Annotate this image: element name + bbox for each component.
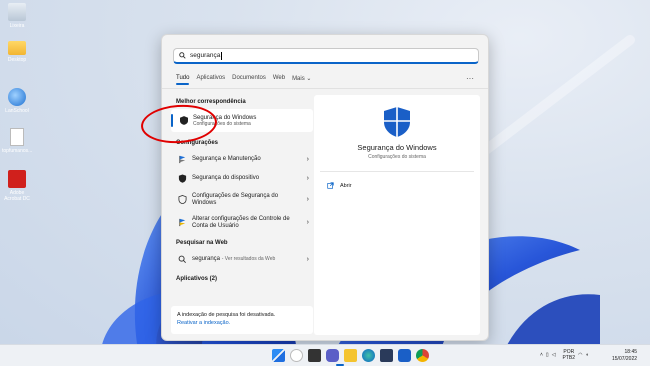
tab-more-label: Mais <box>292 76 305 82</box>
tab-web[interactable]: Web <box>273 75 285 82</box>
reenable-indexing-link[interactable]: Reativar a indexação. <box>177 320 230 326</box>
chevron-up-icon[interactable]: ˄ <box>540 352 543 358</box>
settings-item-label: Alterar configurações de Controle de Con… <box>192 215 290 229</box>
divider <box>320 171 474 172</box>
search-input[interactable]: segurança <box>173 48 479 64</box>
task-view-button[interactable] <box>308 349 321 362</box>
web-search-heading: Pesquisar na Web <box>176 240 228 246</box>
chat-button[interactable] <box>326 349 339 362</box>
speaker-icon[interactable]: ◖ <box>585 352 588 358</box>
search-button[interactable] <box>290 349 303 362</box>
shield-icon <box>178 174 187 183</box>
settings-item-device-security[interactable]: Segurança do dispositivo › <box>171 169 313 188</box>
desktop-icon-recycle-bin[interactable]: Lixeira <box>2 3 32 29</box>
volume-icon[interactable]: ◁ <box>552 352 556 358</box>
chevron-down-icon: ⌄ <box>306 76 312 82</box>
preview-pane: Segurança do Windows Configurações do si… <box>314 95 480 335</box>
tab-more[interactable]: Mais ⌄ <box>292 75 311 82</box>
clock[interactable]: 18:45 15/07/2022 <box>612 349 637 363</box>
system-tray: ˄ ▯ ◁ POR PTB2 ◠ ◖ <box>540 349 588 361</box>
settings-item-security-maintenance[interactable]: Segurança e Manutenção › <box>171 150 313 169</box>
shield-outline-icon <box>178 195 187 204</box>
uac-flag-icon <box>179 218 186 227</box>
acrobat-icon <box>8 170 26 188</box>
chevron-right-icon: › <box>306 156 309 163</box>
chevron-right-icon: › <box>306 256 309 263</box>
preview-app-subtitle: Configurações do sistema <box>368 154 426 160</box>
settings-item-uac[interactable]: Alterar configurações de Controle de Con… <box>171 211 313 234</box>
web-search-item[interactable]: segurança - Ver resultados da Web › <box>171 250 313 269</box>
desktop-icon-label: topfumanos... <box>2 148 33 154</box>
wifi-icon[interactable]: ◠ <box>578 352 582 358</box>
desktop-icon-folder[interactable]: Desktop <box>2 38 32 63</box>
search-window: segurança Tudo Aplicativos Documentos We… <box>161 34 489 341</box>
indexing-notice-text: A indexação de pesquisa foi desativada. <box>177 312 276 318</box>
taskbar-apps <box>272 349 429 362</box>
desktop-icon-label: Lixeira <box>9 23 25 29</box>
network-globe-icon <box>8 88 26 106</box>
more-options-button[interactable]: ··· <box>466 74 474 83</box>
search-icon <box>178 255 186 263</box>
open-button[interactable]: Abrir <box>327 182 352 189</box>
divider <box>162 88 488 89</box>
preview-app-title: Segurança do Windows <box>357 143 437 152</box>
desktop-icon-document[interactable]: topfumanos... <box>2 128 32 154</box>
network-icon[interactable]: ▯ <box>546 352 549 358</box>
keyboard-layout: PTB2 <box>562 355 576 361</box>
indexing-notice: A indexação de pesquisa foi desativada. … <box>171 306 313 334</box>
desktop-icon-label: Adobe Acrobat DC <box>4 190 30 202</box>
settings-item-label: Configurações de Segurança do Windows <box>192 192 279 206</box>
tab-all[interactable]: Tudo <box>176 75 190 85</box>
search-icon <box>179 52 186 59</box>
clock-time: 18:45 <box>624 349 638 355</box>
chevron-right-icon: › <box>306 175 309 182</box>
settings-item-label: Segurança do dispositivo <box>192 175 260 181</box>
web-search-sub: - Ver resultados da Web <box>221 256 276 262</box>
desktop-icon-lanschool[interactable]: LanSchool <box>2 88 32 114</box>
recycle-bin-icon <box>8 3 26 21</box>
web-search-query: segurança <box>192 256 221 262</box>
best-match-heading: Melhor correspondência <box>176 99 246 105</box>
start-button[interactable] <box>272 349 285 362</box>
desktop-icon-label: Desktop <box>7 57 27 63</box>
settings-item-label: Segurança e Manutenção <box>192 156 261 162</box>
text-caret <box>221 51 223 60</box>
file-explorer-button[interactable] <box>344 349 357 362</box>
settings-heading: Configurações <box>176 140 219 146</box>
tab-documents[interactable]: Documentos <box>232 75 266 82</box>
folder-icon <box>8 41 26 55</box>
chevron-right-icon: › <box>306 196 309 203</box>
settings-item-windows-security-settings[interactable]: Configurações de Segurança do Windows › <box>171 188 313 211</box>
document-icon <box>10 128 24 146</box>
windows-security-shield-icon <box>384 107 410 137</box>
open-button-label: Abrir <box>340 182 352 189</box>
taskbar: ˄ ▯ ◁ POR PTB2 ◠ ◖ 18:45 15/07/2022 <box>0 344 650 366</box>
open-external-icon <box>327 182 334 189</box>
chrome-button[interactable] <box>416 349 429 362</box>
language-indicator[interactable]: POR PTB2 <box>563 349 576 361</box>
apps-heading[interactable]: Aplicativos (2) <box>176 276 313 282</box>
desktop-icon-acrobat[interactable]: Adobe Acrobat DC <box>2 170 32 202</box>
search-query-text: segurança <box>190 52 221 59</box>
chevron-right-icon: › <box>306 219 309 226</box>
edge-button[interactable] <box>362 349 375 362</box>
tab-apps[interactable]: Aplicativos <box>196 75 225 82</box>
desktop-icon-label: LanSchool <box>5 108 29 114</box>
filter-tabs: Tudo Aplicativos Documentos Web Mais ⌄ <box>176 75 311 85</box>
clock-date: 15/07/2022 <box>612 356 638 362</box>
windows-security-taskbar-button[interactable] <box>398 349 411 362</box>
flag-icon <box>179 155 186 164</box>
store-button[interactable] <box>380 349 393 362</box>
